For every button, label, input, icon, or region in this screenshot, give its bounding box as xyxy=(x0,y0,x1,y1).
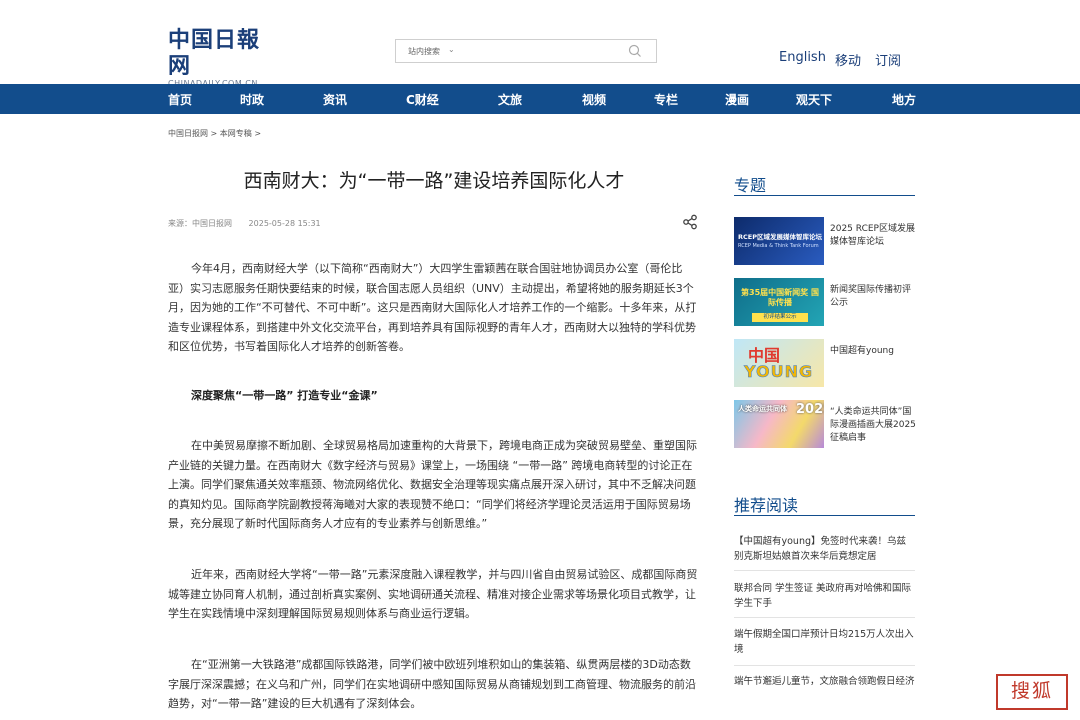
nav-local[interactable]: 地方 xyxy=(892,91,916,108)
nav-culture-travel[interactable]: 文旅 xyxy=(498,91,522,108)
topic-title[interactable]: 新闻奖国际传播初评公示 xyxy=(830,284,916,310)
topic-item[interactable]: 第35届中国新闻奖 国际传播 初评结果公示 新闻奖国际传播初评公示 xyxy=(734,278,915,328)
topic-thumbnail[interactable]: 第35届中国新闻奖 国际传播 初评结果公示 xyxy=(734,278,824,326)
nav-finance[interactable]: C财经 xyxy=(406,91,439,108)
topic-item[interactable]: 人类命运共同体 2025 “人类命运共同体”国际漫画插画大展2025征稿启事 xyxy=(734,400,916,450)
thumb-subcaption: RCEP Media & Think Tank Forum xyxy=(738,243,819,249)
chevron-down-icon[interactable]: ⌄ xyxy=(448,45,455,54)
topics-heading: 专题 xyxy=(734,176,767,195)
nav-home[interactable]: 首页 xyxy=(168,91,192,108)
thumb-caption: 人类命运共同体 xyxy=(738,405,787,413)
divider xyxy=(734,617,915,618)
recommend-item[interactable]: 【中国超有young】免签时代来袭！乌兹别克斯坦姑娘首次来华后竟想定居 xyxy=(734,534,915,564)
link-subscribe[interactable]: 订阅 xyxy=(875,50,901,69)
link-english[interactable]: English xyxy=(779,50,826,65)
main-nav: 首页 时政 资讯 C财经 文旅 视频 专栏 漫画 观天下 地方 xyxy=(0,84,1080,114)
recommend-item[interactable]: 端午节邂逅儿童节，文旅融合领跑假日经济 xyxy=(734,674,915,689)
topic-thumbnail[interactable]: 中国 YOUNG xyxy=(734,339,824,387)
article-paragraph: 近年来，西南财经大学将“一带一路”元素深度融入课程教学，并与四川省自由贸易试验区… xyxy=(168,568,698,620)
nav-world[interactable]: 观天下 xyxy=(796,91,832,108)
article-meta: 来源：中国日报网 2025-05-28 15:31 xyxy=(168,218,335,229)
search-icon[interactable] xyxy=(628,44,642,58)
nav-comics[interactable]: 漫画 xyxy=(725,91,749,108)
logo-chinese: 中国日報网 xyxy=(168,27,261,79)
breadcrumb[interactable]: 中国日报网 > 本网专稿 > xyxy=(168,128,261,139)
thumb-subcaption: 2025 xyxy=(796,402,824,417)
article-subheading: 深度聚焦“一带一路” 打造专业“金课” xyxy=(191,389,378,402)
topic-item[interactable]: RCEP区域发展媒体智库论坛 RCEP Media & Think Tank F… xyxy=(734,217,915,267)
site-search-box: 站内搜索 ⌄ xyxy=(395,39,657,63)
article-source: 来源：中国日报网 xyxy=(168,219,232,228)
topic-title[interactable]: 中国超有young xyxy=(830,345,916,358)
article-datetime: 2025-05-28 15:31 xyxy=(248,219,321,228)
article-paragraph: 今年4月，西南财经大学（以下简称“西南财大”）大四学生雷颖茜在联合国驻地协调员办… xyxy=(168,262,697,353)
share-icon[interactable] xyxy=(682,214,698,230)
watermark-stamp: 搜狐 xyxy=(996,674,1068,710)
topics-divider xyxy=(734,195,915,196)
topic-title[interactable]: “人类命运共同体”国际漫画插画大展2025征稿启事 xyxy=(830,406,916,445)
search-scope-label[interactable]: 站内搜索 xyxy=(408,46,440,57)
nav-columns[interactable]: 专栏 xyxy=(654,91,678,108)
site-logo[interactable]: 中国日報网 CHINADAILY.COM.CN xyxy=(168,27,278,88)
recommend-item[interactable]: 端午假期全国口岸预计日均215万人次出入境 xyxy=(734,627,915,657)
article-paragraph: 在“亚洲第一大铁路港”成都国际铁路港，同学们被中欧班列堆积如山的集装箱、纵贯两层… xyxy=(168,658,696,710)
recommend-divider xyxy=(734,515,915,516)
recommend-heading: 推荐阅读 xyxy=(734,496,799,515)
divider xyxy=(734,570,915,571)
thumb-subcaption: YOUNG xyxy=(744,362,814,382)
topic-title[interactable]: 2025 RCEP区域发展媒体智库论坛 xyxy=(830,223,916,249)
recommend-item[interactable]: 联邦合同 学生签证 美政府再对哈佛和国际学生下手 xyxy=(734,581,915,611)
divider xyxy=(734,665,915,666)
topic-thumbnail[interactable]: 人类命运共同体 2025 xyxy=(734,400,824,448)
article-title: 西南财大：为“一带一路”建设培养国际化人才 xyxy=(243,170,625,192)
topic-item[interactable]: 中国 YOUNG 中国超有young xyxy=(734,339,915,389)
search-input[interactable] xyxy=(460,42,620,60)
article-paragraph: 在中美贸易摩擦不断加剧、全球贸易格局加速重构的大背景下，跨境电商正成为突破贸易壁… xyxy=(168,439,697,530)
thumb-caption: RCEP区域发展媒体智库论坛 xyxy=(738,233,822,241)
nav-news[interactable]: 资讯 xyxy=(323,91,347,108)
link-mobile[interactable]: 移动 xyxy=(835,50,861,69)
thumb-subcaption: 初评结果公示 xyxy=(752,313,808,322)
thumb-caption: 第35届中国新闻奖 国际传播 xyxy=(741,288,819,307)
nav-video[interactable]: 视频 xyxy=(582,91,606,108)
topic-thumbnail[interactable]: RCEP区域发展媒体智库论坛 RCEP Media & Think Tank F… xyxy=(734,217,824,265)
nav-politics[interactable]: 时政 xyxy=(240,91,264,108)
